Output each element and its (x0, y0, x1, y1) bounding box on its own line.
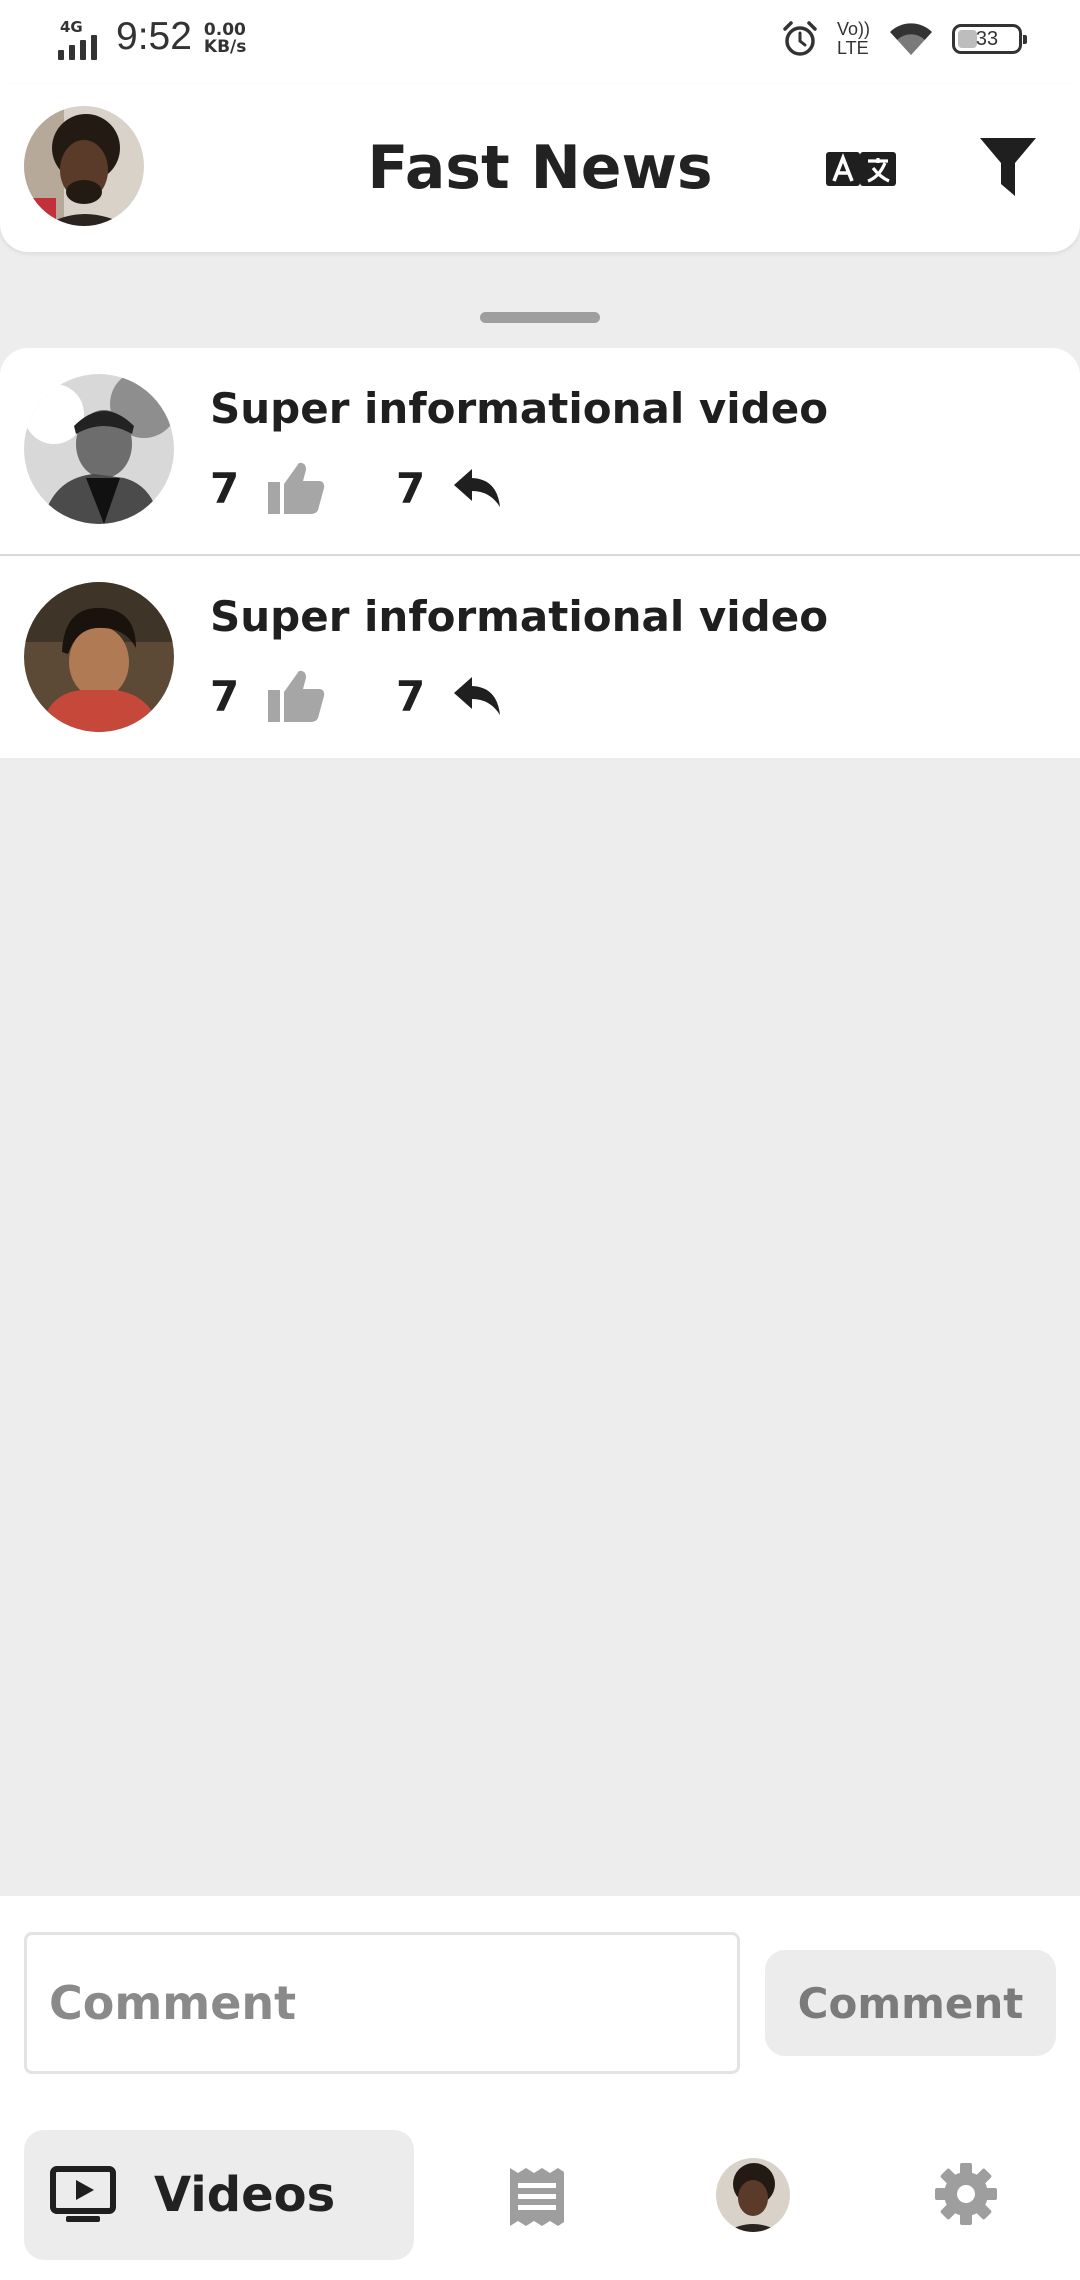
signal-bars (58, 35, 97, 60)
news-icon[interactable] (508, 2166, 566, 2228)
comment-text: Super informational video (210, 592, 829, 641)
avatar[interactable] (24, 582, 174, 732)
comment-text: Super informational video (210, 384, 829, 433)
settings-icon[interactable] (934, 2162, 998, 2226)
page-title: Fast News (367, 133, 713, 203)
comment-input[interactable] (24, 1932, 740, 2074)
alarm-icon (783, 21, 817, 56)
comments-sheet: Super informational video 7 7 Super info… (0, 348, 1080, 758)
battery-icon: 33 (952, 24, 1027, 54)
clock: 9:52 (116, 15, 192, 58)
status-right: Vo)) LTE 33 (781, 20, 1027, 58)
comment-item: Super informational video 7 7 (0, 348, 1080, 554)
reply-icon[interactable] (452, 675, 502, 717)
comment-item: Super informational video 7 7 (0, 554, 1080, 758)
screen: 4G 9:52 0.00 KB/s Vo)) LTE 33 Fast News … (0, 0, 1080, 2280)
comment-submit-button[interactable]: Comment (765, 1950, 1056, 2056)
like-icon[interactable] (266, 460, 326, 516)
nav-videos-label: Videos (154, 2167, 336, 2223)
network-type: 4G (60, 18, 83, 36)
comment-stats: 7 7 (210, 666, 502, 726)
volte-top: Vo)) (836, 19, 870, 39)
profile-avatar[interactable] (716, 2158, 790, 2232)
like-count: 7 (210, 463, 240, 513)
reply-count: 7 (396, 463, 426, 513)
battery-percent: 33 (975, 27, 999, 50)
wifi-icon (890, 23, 932, 55)
comment-stats: 7 7 (210, 458, 502, 518)
drag-handle[interactable] (480, 312, 600, 323)
reply-count: 7 (396, 671, 426, 721)
avatar[interactable] (24, 374, 174, 524)
app-header: Fast News (0, 84, 1080, 252)
volte-icon: Vo)) LTE (837, 20, 870, 58)
filter-icon[interactable] (978, 136, 1038, 198)
status-bar: 4G 9:52 0.00 KB/s Vo)) LTE 33 (0, 0, 1080, 84)
battery-level (958, 30, 978, 48)
like-count: 7 (210, 671, 240, 721)
status-left: 4G 9:52 0.00 KB/s (58, 14, 246, 60)
speed-unit: KB/s (203, 37, 247, 57)
translate-icon[interactable] (826, 150, 896, 188)
like-icon[interactable] (266, 668, 326, 724)
volte-bottom: LTE (836, 38, 869, 58)
comment-composer: Comment (0, 1896, 1080, 2110)
bottom-nav: Videos (0, 2110, 1080, 2280)
nav-videos-tab[interactable]: Videos (24, 2130, 414, 2260)
signal-icon: 4G (58, 14, 104, 60)
videos-icon (50, 2166, 116, 2222)
network-speed: 0.00 KB/s (204, 22, 246, 60)
reply-icon[interactable] (452, 467, 502, 509)
